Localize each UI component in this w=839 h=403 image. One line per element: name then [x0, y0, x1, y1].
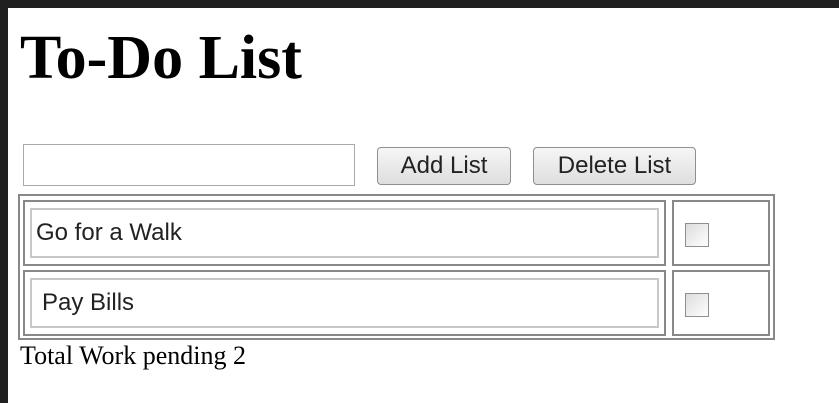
page-title: To-Do List: [20, 24, 302, 92]
task-input[interactable]: Go for a Walk: [30, 208, 659, 258]
table-row: Pay Bills: [23, 270, 770, 336]
done-checkbox[interactable]: [685, 293, 709, 317]
done-checkbox[interactable]: [685, 223, 709, 247]
table-row: Go for a Walk: [23, 200, 770, 266]
new-item-input[interactable]: [23, 144, 355, 186]
todo-table: Go for a Walk Pay Bills: [18, 194, 775, 340]
delete-list-button[interactable]: Delete List: [533, 147, 696, 185]
task-input[interactable]: Pay Bills: [30, 278, 659, 328]
todo-page: To-Do List Add List Delete List Go for a…: [8, 8, 839, 403]
done-cell: [672, 200, 770, 266]
task-cell: Go for a Walk: [23, 200, 666, 266]
task-cell: Pay Bills: [23, 270, 666, 336]
pending-count-text: Total Work pending 2: [20, 341, 246, 370]
add-list-button[interactable]: Add List: [377, 147, 511, 185]
done-cell: [672, 270, 770, 336]
